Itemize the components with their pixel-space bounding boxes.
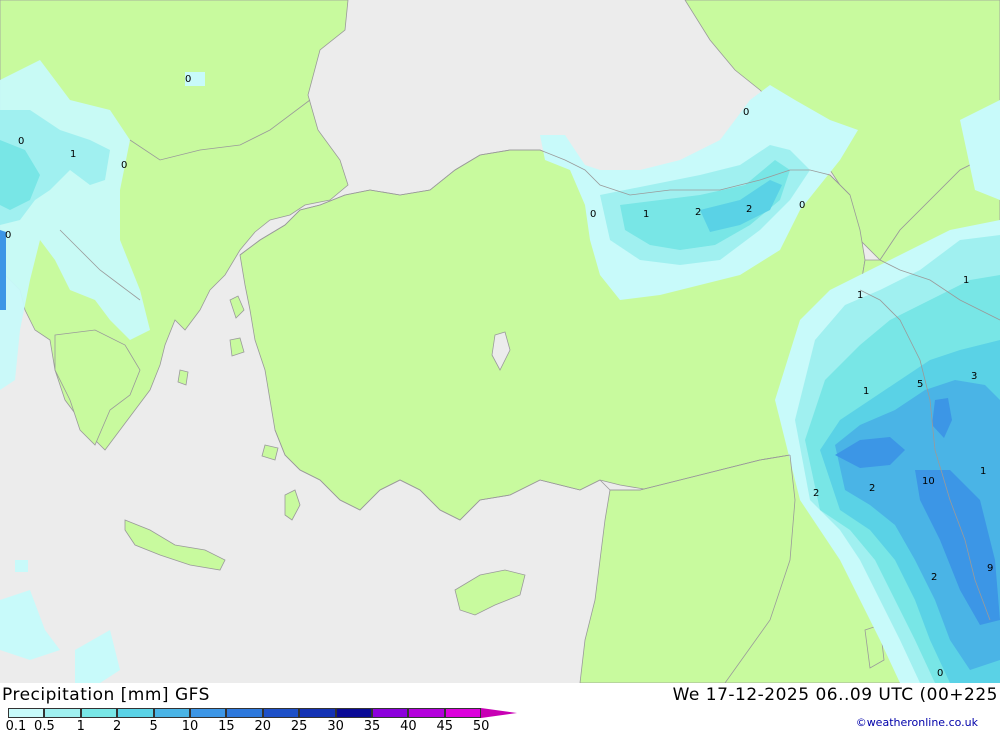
color-scale-tick: 40 <box>400 719 417 734</box>
color-scale-tick: 5 <box>149 719 158 734</box>
precipitation-map: 0 0 1 0 0 0 1 2 2 0 0 1 1 3 5 1 1 2 2 10… <box>0 0 1000 683</box>
precip-west-dark <box>0 230 6 310</box>
contour-label: 2 <box>931 572 937 583</box>
color-scale-tick: 10 <box>181 719 199 734</box>
color-scale-tick: 1 <box>76 719 85 734</box>
color-scale-tick: 15 <box>218 719 235 734</box>
contour-label: 1 <box>643 209 649 220</box>
credit-link[interactable]: ©weatheronline.co.uk <box>856 716 978 729</box>
map-canvas: 0 0 1 0 0 0 1 2 2 0 0 1 1 3 5 1 1 2 2 10… <box>0 0 1000 683</box>
contour-label: 2 <box>746 204 752 215</box>
contour-label: 0 <box>937 668 943 679</box>
color-scale-tick: 45 <box>436 719 454 734</box>
contour-label: 9 <box>987 563 993 574</box>
color-swatch <box>299 708 336 718</box>
color-swatch <box>481 708 518 718</box>
color-scale-tick: 0.1 <box>5 719 27 734</box>
color-swatch <box>189 708 227 718</box>
contour-label: 0 <box>590 209 596 220</box>
color-swatch <box>80 708 118 718</box>
valid-time: We 17-12-2025 06..09 UTC (00+225 <box>672 685 998 705</box>
color-scale-ticks: 0.1 0.5 1 2 5 10 15 20 25 30 35 40 45 50 <box>0 719 530 734</box>
color-scale-tick: 20 <box>254 719 272 734</box>
contour-label: 1 <box>863 386 869 397</box>
contour-label: 2 <box>869 483 875 494</box>
color-swatch <box>117 708 154 718</box>
contour-label: 1 <box>857 290 863 301</box>
legend-title: Precipitation [mm] GFS <box>2 685 210 705</box>
contour-label: 10 <box>922 476 935 487</box>
contour-label: 1 <box>980 466 986 477</box>
color-swatch <box>8 708 45 718</box>
precip-pt <box>15 560 28 572</box>
color-scale-tick: 2 <box>113 719 122 734</box>
contour-label: 0 <box>121 160 127 171</box>
contour-label: 1 <box>70 149 76 160</box>
color-scale-tick: 35 <box>363 719 381 734</box>
color-scale-tick: 50 <box>472 719 490 734</box>
color-scale-tick: 30 <box>327 719 344 734</box>
contour-label: 0 <box>799 200 805 211</box>
contour-label: 2 <box>813 488 819 499</box>
color-swatch <box>226 708 263 718</box>
contour-label: 0 <box>18 136 24 147</box>
contour-label: 0 <box>5 230 11 241</box>
color-swatch <box>408 708 445 718</box>
color-scale-tick: 0.5 <box>34 719 55 734</box>
contour-label: 1 <box>963 275 969 286</box>
map-footer: Precipitation [mm] GFS We 17-12-2025 06.… <box>0 683 1000 734</box>
color-swatch <box>444 708 482 718</box>
color-swatch <box>335 708 372 718</box>
contour-label: 3 <box>971 371 977 382</box>
color-scale-tick: 25 <box>290 719 308 734</box>
contour-label: 5 <box>917 379 923 390</box>
color-swatch <box>371 708 409 718</box>
color-scale-bar <box>8 708 518 718</box>
contour-label: 0 <box>185 74 191 85</box>
contour-label: 0 <box>743 107 749 118</box>
color-swatch <box>44 708 81 718</box>
island <box>177 369 189 386</box>
color-swatch <box>262 708 300 718</box>
contour-label: 2 <box>695 207 701 218</box>
color-swatch <box>153 708 190 718</box>
